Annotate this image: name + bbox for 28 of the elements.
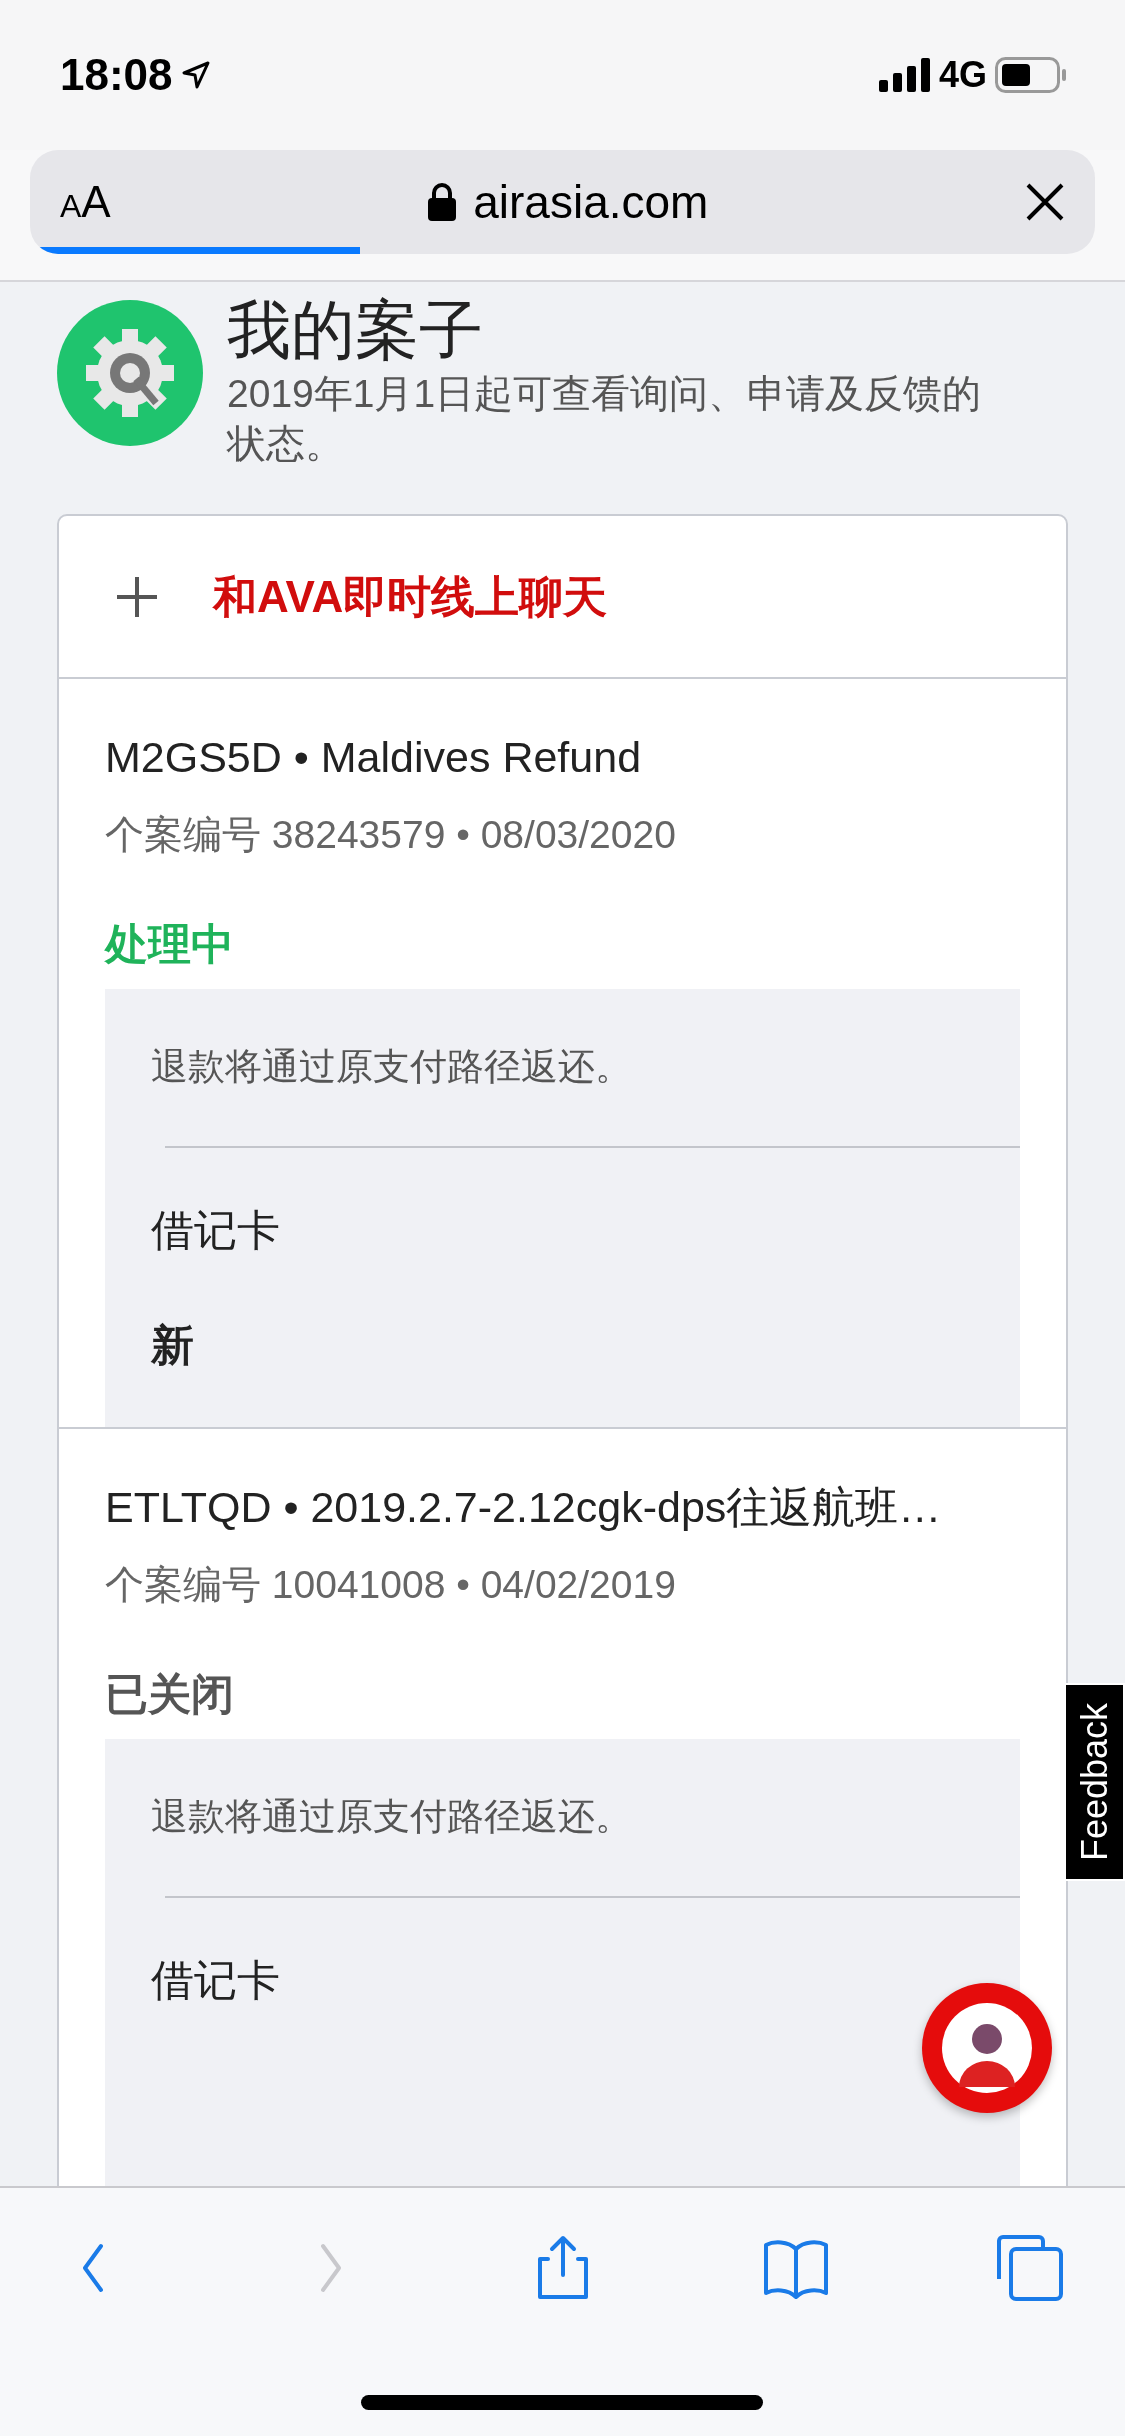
payment-method: 借记卡 <box>151 1955 281 2007</box>
lock-icon <box>427 182 458 222</box>
address-bar[interactable]: AA airasia.com <box>30 150 1095 254</box>
clock-time: 18:08 <box>60 49 173 101</box>
case-title[interactable]: M2GS5D • Maldives Refund <box>105 725 1020 790</box>
plus-icon <box>115 574 159 619</box>
signal-icon <box>878 58 931 92</box>
battery-icon <box>995 57 1067 93</box>
case-meta: 个案编号 38243579 • 08/03/2020 <box>105 811 677 858</box>
payment-method: 借记卡 <box>151 1205 281 1257</box>
network-label: 4G <box>938 53 987 97</box>
text-size-button[interactable]: AA <box>60 169 111 235</box>
gear-icon <box>57 300 203 446</box>
page-subtitle: 2019年1月1日起可查看询问、申请及反馈的状态。 <box>227 370 983 468</box>
case-title[interactable]: ETLTQD • 2019.2.7-2.12cgk-dps往返航班… <box>105 1475 1020 1540</box>
refund-note: 退款将通过原支付路径返还。 <box>151 1044 633 1089</box>
case-status: 已关闭 <box>105 1669 235 1721</box>
tabs-icon <box>995 2233 1065 2303</box>
case-state: 新 <box>151 1319 195 1371</box>
refund-note: 退款将通过原支付路径返还。 <box>151 1794 633 1839</box>
url-text: airasia.com <box>473 174 709 230</box>
feedback-tab[interactable]: Feedback <box>1066 1683 1125 1881</box>
case-meta: 个案编号 10041008 • 04/02/2019 <box>105 1561 677 1608</box>
location-arrow-icon <box>180 60 211 90</box>
case-status: 处理中 <box>105 919 235 971</box>
close-button[interactable] <box>1025 182 1065 222</box>
page-title: 我的案子 <box>227 293 484 368</box>
chat-button[interactable]: 和AVA即时线上聊天 <box>59 516 1066 680</box>
